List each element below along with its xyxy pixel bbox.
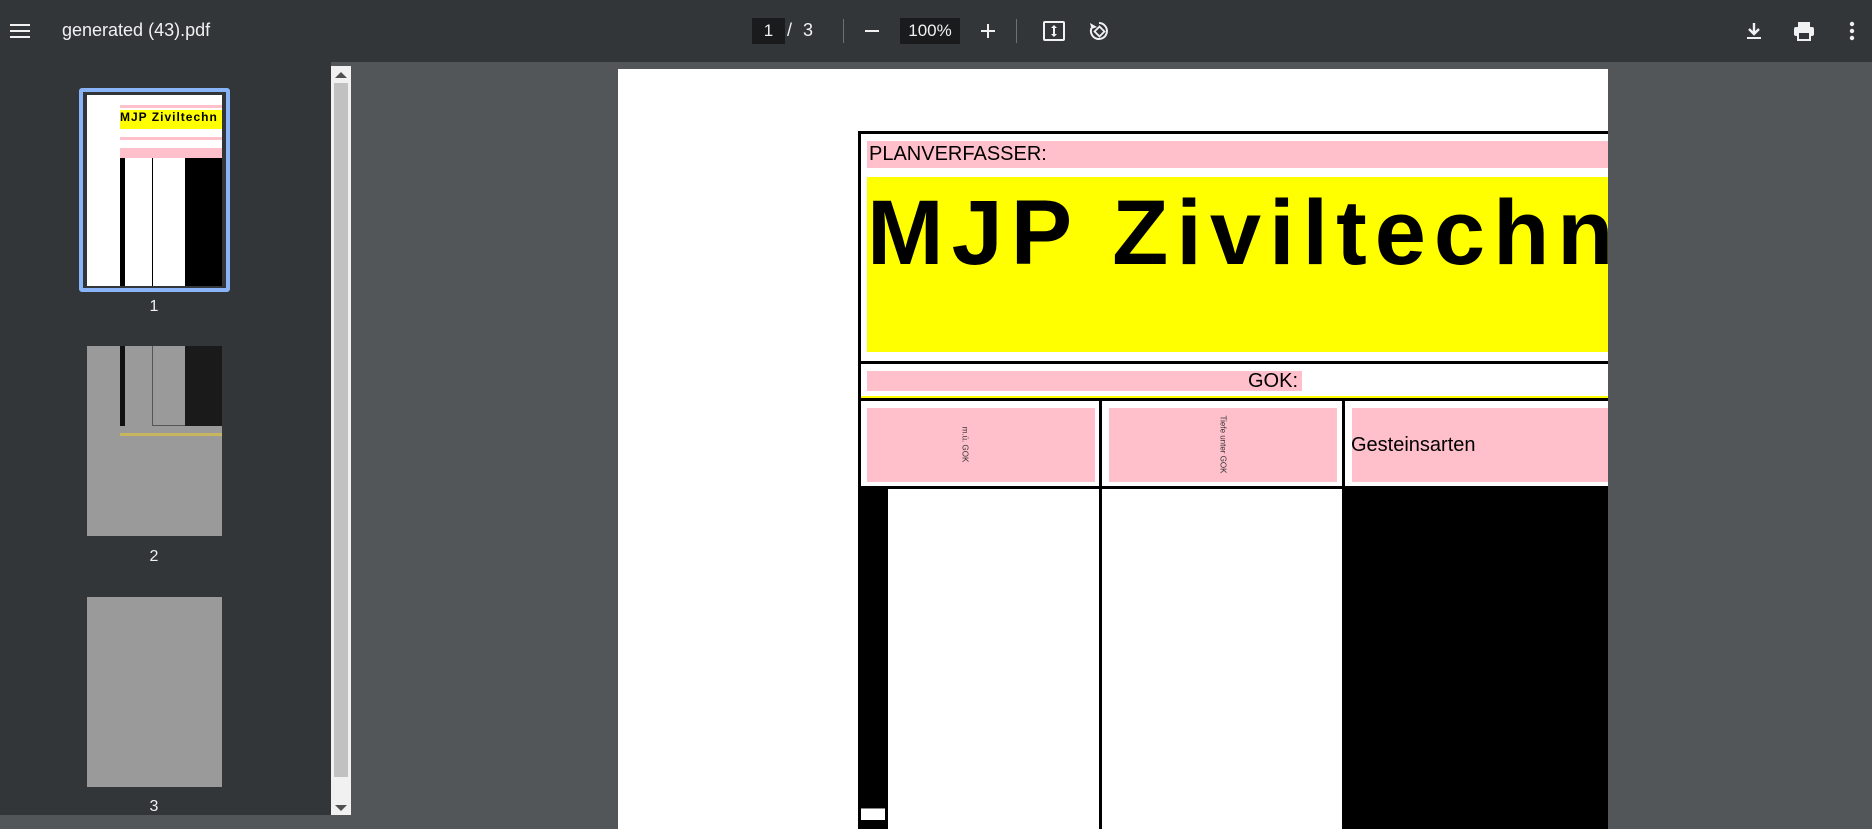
black-column-fill xyxy=(861,489,888,829)
fit-to-page-icon[interactable] xyxy=(1038,15,1070,47)
planverfasser-label: PLANVERFASSER: xyxy=(867,141,1608,168)
header-vertical-text: m.ü. GOK xyxy=(960,426,970,463)
document-table: PLANVERFASSER: MJP Ziviltechn GOK: m.ü. … xyxy=(858,131,1608,829)
pdf-page: PLANVERFASSER: MJP Ziviltechn GOK: m.ü. … xyxy=(618,69,1608,829)
small-white-box xyxy=(861,808,885,820)
page-number-input[interactable] xyxy=(752,18,785,44)
thumbnail-page-1[interactable]: MJP Ziviltechn xyxy=(87,95,222,286)
gok-label: GOK: xyxy=(867,371,1302,391)
header-rock-types-label: Gesteinsarten xyxy=(1351,434,1476,456)
zoom-in-icon[interactable] xyxy=(972,15,1004,47)
column-divider xyxy=(1099,398,1102,829)
header-vertical-text: Tiefe unter GOK xyxy=(1218,415,1228,474)
sidebar-scrollbar[interactable] xyxy=(331,66,351,815)
divider xyxy=(1016,19,1017,43)
zoom-input[interactable] xyxy=(900,18,960,44)
header-cell-depth: Tiefe unter GOK xyxy=(1109,408,1337,482)
download-icon[interactable] xyxy=(1738,15,1770,47)
thumbnail-label: 3 xyxy=(149,798,159,815)
zoom-out-icon[interactable] xyxy=(856,15,888,47)
divider xyxy=(861,361,1608,364)
document-title: generated (43).pdf xyxy=(62,20,211,40)
divider xyxy=(861,398,1608,401)
toolbar: generated (43).pdf / 3 xyxy=(0,0,1872,62)
thumbnail-label: 2 xyxy=(149,548,159,565)
black-column-fill xyxy=(1345,489,1608,829)
page-separator: / xyxy=(787,20,793,40)
rotate-icon[interactable] xyxy=(1083,15,1115,47)
thumbnail-page-2[interactable] xyxy=(87,346,222,536)
divider xyxy=(843,19,844,43)
thumbnail-sidebar: MJP Ziviltechn 1 2 3 xyxy=(0,62,331,815)
scroll-down-arrow[interactable] xyxy=(335,805,347,811)
print-icon[interactable] xyxy=(1788,15,1820,47)
thumbnail-page-3[interactable] xyxy=(87,597,222,787)
thumbnail-banner-text: MJP Ziviltechn xyxy=(120,110,218,124)
header-cell-elevation: m.ü. GOK xyxy=(867,408,1095,482)
company-banner: MJP Ziviltechn xyxy=(867,177,1608,352)
thumbnail-label: 1 xyxy=(149,298,159,315)
total-pages: 3 xyxy=(803,20,814,40)
menu-icon[interactable] xyxy=(4,15,36,47)
more-options-icon[interactable] xyxy=(1836,15,1868,47)
scroll-thumb[interactable] xyxy=(334,83,348,777)
company-name: MJP Ziviltechn xyxy=(867,182,1608,284)
scroll-up-arrow[interactable] xyxy=(335,72,347,78)
